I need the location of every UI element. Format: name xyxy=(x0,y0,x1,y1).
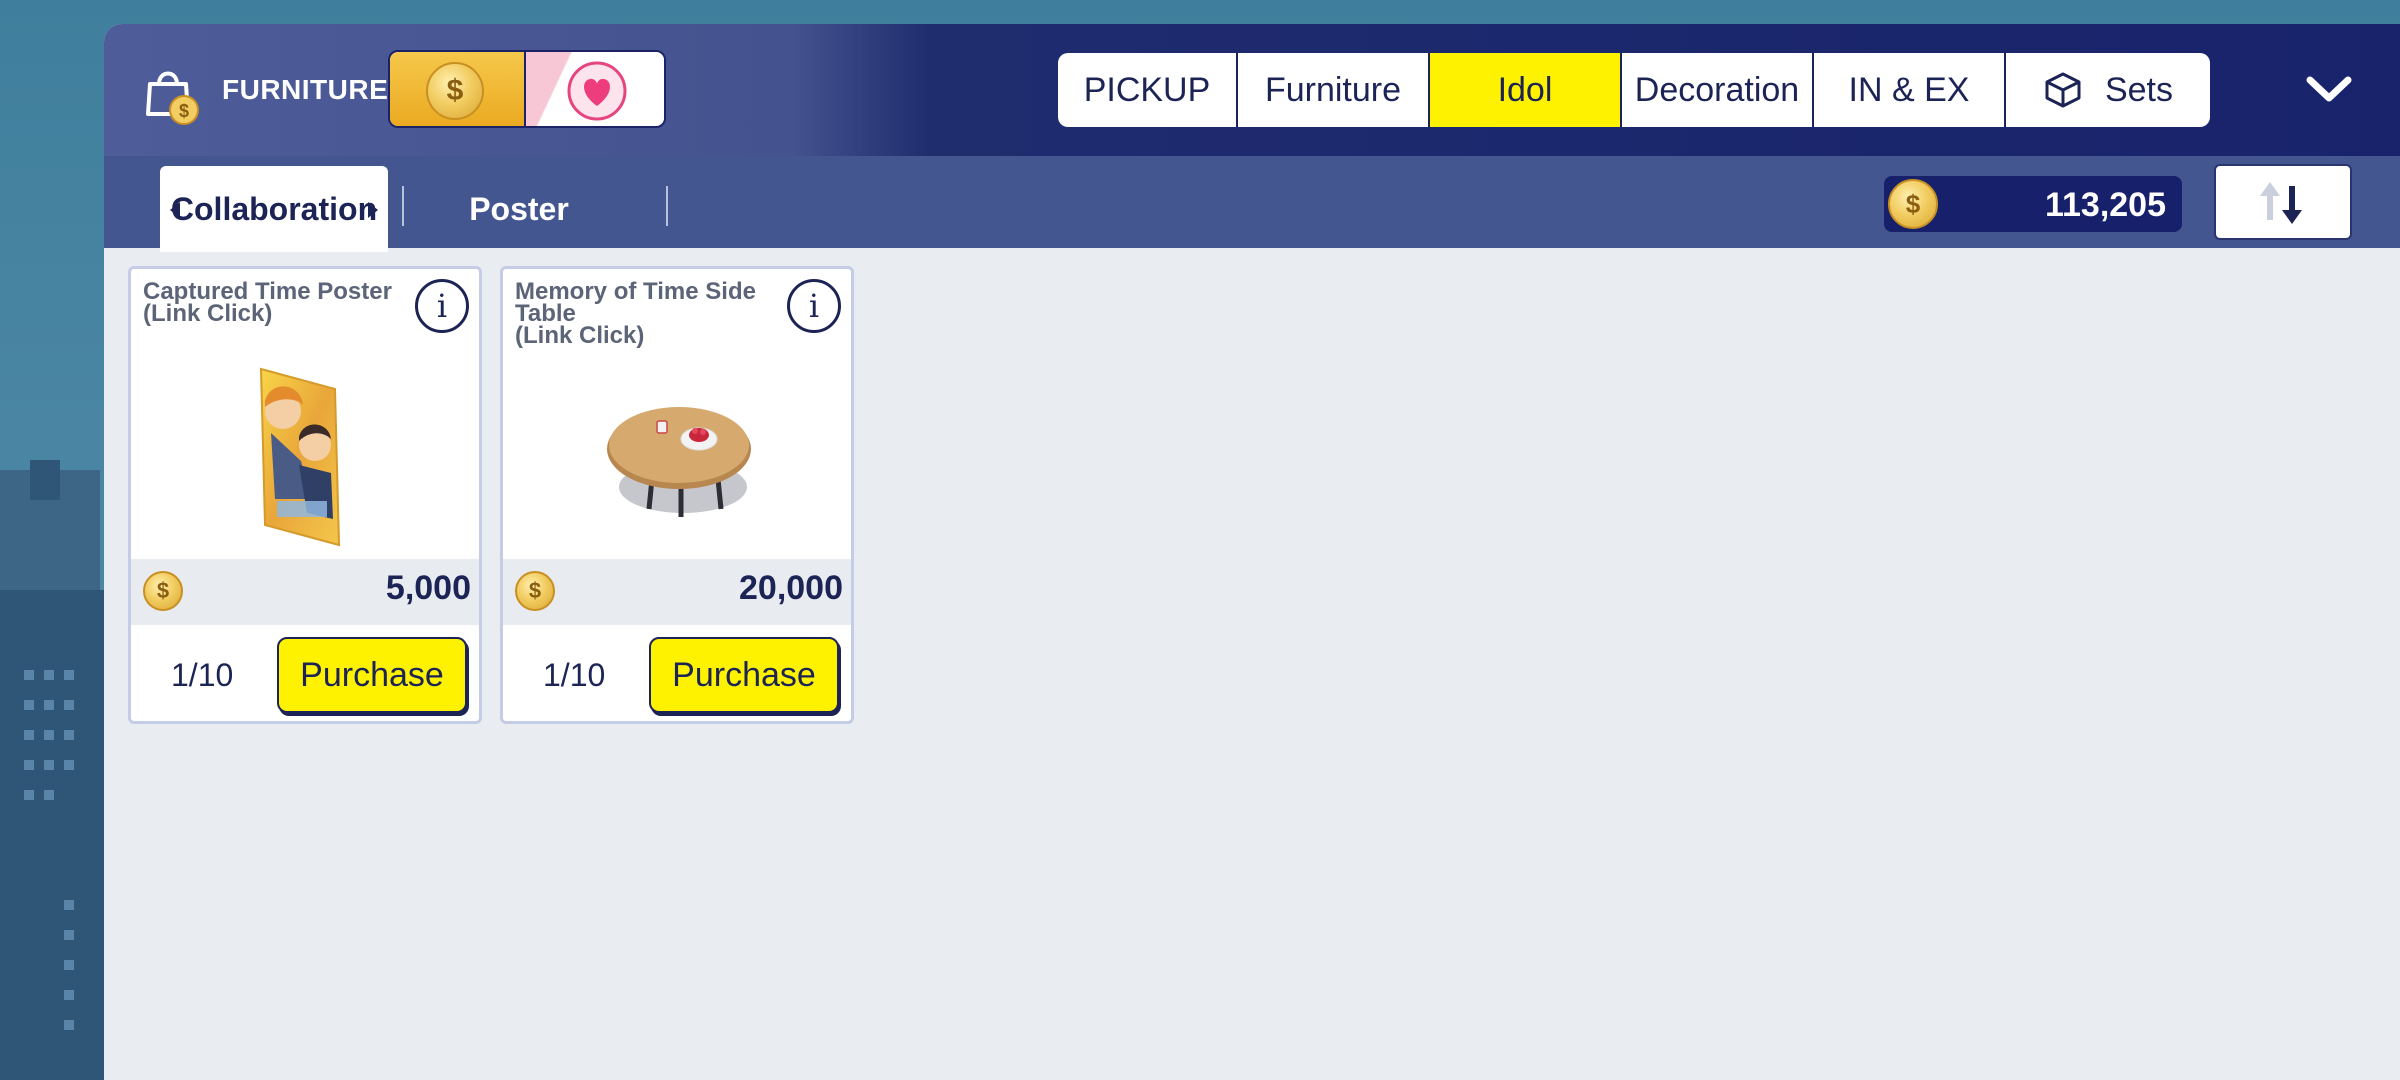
tab-label: Furniture xyxy=(1264,70,1402,109)
price-row: $ 20,000 xyxy=(503,559,851,625)
currency-toggle: $ xyxy=(388,50,666,128)
item-card[interactable]: Memory of Time Side Table (Link Click) i… xyxy=(500,266,854,724)
tab-decoration[interactable]: Decoration xyxy=(1622,53,1814,127)
building xyxy=(0,590,104,1080)
tab-in-ex[interactable]: IN & EX xyxy=(1814,53,2006,127)
tab-label: IN & EX xyxy=(1848,70,1970,109)
side-table-image xyxy=(607,407,751,517)
coin-icon: $ xyxy=(515,571,555,611)
coin-icon: $ xyxy=(1888,179,1938,229)
sort-arrows-icon xyxy=(2260,182,2302,224)
tab-label: Poster xyxy=(469,190,569,227)
item-card[interactable]: Captured Time Poster (Link Click) i $ 5,… xyxy=(128,266,482,724)
coin-icon: $ xyxy=(426,62,484,120)
heart-icon xyxy=(567,61,627,121)
purchase-button[interactable]: Purchase xyxy=(277,637,467,713)
divider xyxy=(666,186,668,226)
sort-button[interactable] xyxy=(2214,164,2352,240)
arrow-right-icon xyxy=(368,202,378,218)
balance-value: 113,205 xyxy=(2044,186,2166,224)
coin-icon: $ xyxy=(143,571,183,611)
heart-currency-button[interactable] xyxy=(526,52,664,126)
svg-text:$: $ xyxy=(179,101,189,121)
tab-sets[interactable]: Sets xyxy=(2006,53,2210,127)
tab-furniture[interactable]: Furniture xyxy=(1238,53,1430,127)
stock-count: 1/10 xyxy=(171,657,234,693)
tab-label: Collaboration xyxy=(170,190,378,227)
tab-label: Decoration xyxy=(1634,70,1800,109)
info-icon[interactable]: i xyxy=(787,279,841,333)
shop-title: FURNITURE xyxy=(222,74,389,105)
price-row: $ 5,000 xyxy=(131,559,479,625)
shop-window: $ FURNITURE $ PICKUP Furniture Idol Deco… xyxy=(104,24,2400,1080)
chevron-down-icon[interactable] xyxy=(2294,60,2364,120)
tab-idol[interactable]: Idol xyxy=(1430,53,1622,127)
building xyxy=(30,460,60,500)
purchase-button[interactable]: Purchase xyxy=(649,637,839,713)
shop-bag-icon: $ xyxy=(146,71,199,125)
tab-pickup[interactable]: PICKUP xyxy=(1058,53,1238,127)
tab-label: PICKUP xyxy=(1083,70,1211,109)
top-bar: $ FURNITURE $ PICKUP Furniture Idol Deco… xyxy=(104,24,2400,156)
info-icon[interactable]: i xyxy=(415,279,469,333)
price-value: 20,000 xyxy=(739,569,843,607)
item-title: Memory of Time Side Table (Link Click) xyxy=(515,278,756,349)
poster-image xyxy=(259,367,341,547)
arrow-left-icon xyxy=(170,202,180,218)
coin-currency-button[interactable]: $ xyxy=(390,52,526,126)
tab-label: Idol xyxy=(1497,70,1553,109)
box-icon xyxy=(2045,72,2081,108)
item-title: Captured Time Poster (Link Click) xyxy=(143,278,392,327)
category-tabs: PICKUP Furniture Idol Decoration IN & EX… xyxy=(1058,53,2210,127)
tab-collaboration[interactable]: Collaboration xyxy=(160,166,388,252)
coin-balance: $ 113,205 xyxy=(1884,176,2182,232)
tab-label: Sets xyxy=(2104,70,2174,109)
price-value: 5,000 xyxy=(385,569,471,607)
tab-poster[interactable]: Poster xyxy=(404,174,634,244)
stock-count: 1/10 xyxy=(543,657,606,693)
